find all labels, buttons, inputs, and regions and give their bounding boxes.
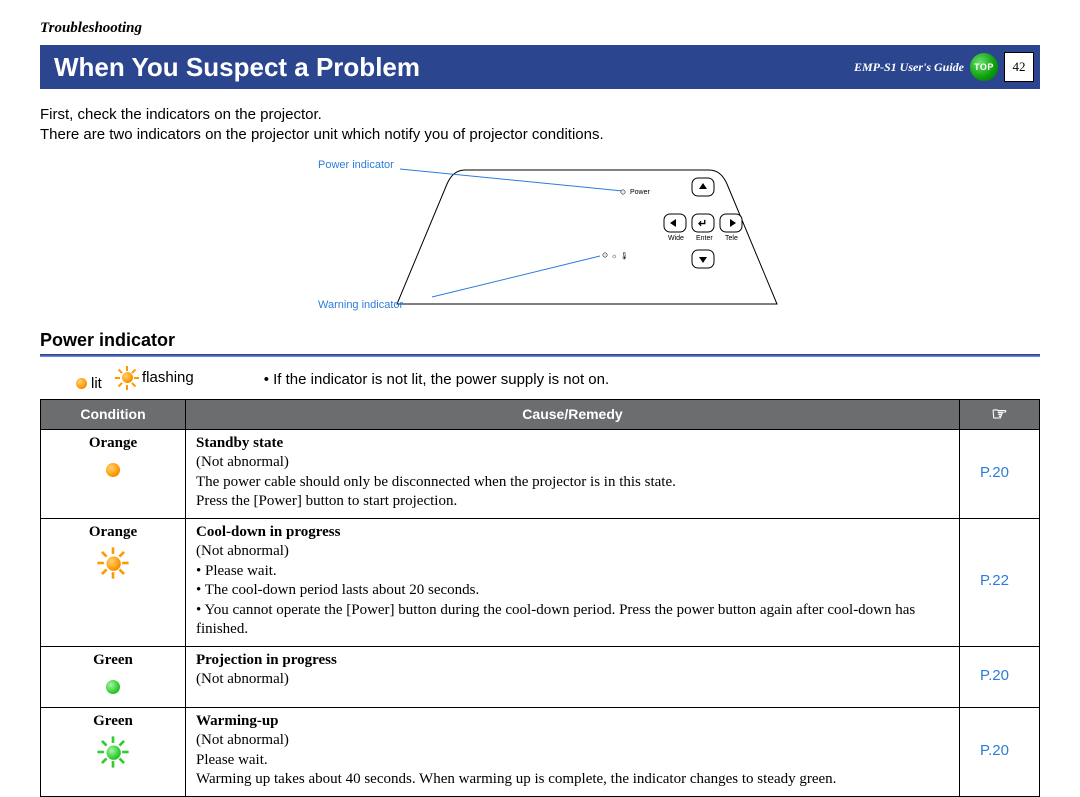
- remedy-cell: Warming-up(Not abnormal)Please wait.Warm…: [186, 707, 960, 796]
- panel-wide-label: Wide: [668, 235, 684, 242]
- remedy-title: Cool-down in progress: [196, 523, 949, 543]
- flashing-icon: [116, 367, 138, 389]
- condition-cell: Green: [41, 707, 186, 796]
- condition-cell: Green: [41, 646, 186, 707]
- remedy-line: Warming up takes about 40 seconds. When …: [196, 770, 949, 790]
- top-nav-button[interactable]: TOP: [970, 53, 998, 81]
- remedy-cell: Cool-down in progress(Not abnormal)Pleas…: [186, 518, 960, 646]
- page-ref-link[interactable]: P.20: [960, 646, 1040, 707]
- remedy-cell: Standby state(Not abnormal)The power cab…: [186, 429, 960, 518]
- remedy-bullet: The cool-down period lasts about 20 seco…: [196, 581, 949, 601]
- svg-text:↵: ↵: [698, 218, 707, 230]
- power-indicator-callout: Power indicator: [318, 159, 394, 171]
- page-title: When You Suspect a Problem: [54, 52, 420, 83]
- intro-text: First, check the indicators on the proje…: [40, 105, 1040, 146]
- th-ref: ☞: [960, 399, 1040, 429]
- condition-color: Orange: [51, 523, 175, 543]
- intro-line-1: First, check the indicators on the proje…: [40, 105, 1040, 125]
- remedy-status: (Not abnormal): [196, 670, 949, 690]
- lit-icon: [76, 378, 87, 389]
- legend-flashing: flashing: [142, 369, 194, 386]
- remedy-bullet: Please wait.: [196, 562, 949, 582]
- remedy-bullets: Please wait.The cool-down period lasts a…: [196, 562, 949, 640]
- remedy-line: Press the [Power] button to start projec…: [196, 492, 949, 512]
- guide-label: EMP-S1 User's Guide: [854, 60, 964, 75]
- green-lit-icon: [106, 680, 120, 694]
- svg-text:🌡: 🌡: [620, 252, 629, 260]
- page-ref-link[interactable]: P.20: [960, 707, 1040, 796]
- th-condition: Condition: [41, 399, 186, 429]
- remedy-status: (Not abnormal): [196, 453, 949, 473]
- panel-power-label: Power: [630, 189, 651, 196]
- orange-flashing-icon: [99, 549, 128, 578]
- table-row: Orange Standby state(Not abnormal)The pow…: [41, 429, 1040, 518]
- indicator-legend: lit flashing • If the indicator is not l…: [40, 365, 1040, 399]
- projector-diagram: Power ☼ 🌡 ↵ Wide Enter Tele Power indica…: [40, 156, 1040, 316]
- remedy-line: Please wait.: [196, 751, 949, 771]
- condition-color: Green: [51, 712, 175, 732]
- condition-color: Orange: [51, 434, 175, 454]
- condition-cell: Orange: [41, 429, 186, 518]
- page-ref-link[interactable]: P.20: [960, 429, 1040, 518]
- remedy-status: (Not abnormal): [196, 731, 949, 751]
- remedy-title: Warming-up: [196, 712, 949, 732]
- remedy-title: Standby state: [196, 434, 949, 454]
- table-row: Green Warming-up(Not abnormal)Please wait…: [41, 707, 1040, 796]
- header-bar: When You Suspect a Problem EMP-S1 User's…: [40, 45, 1040, 89]
- remedy-title: Projection in progress: [196, 651, 949, 671]
- page-ref-link[interactable]: P.22: [960, 518, 1040, 646]
- legend-note: • If the indicator is not lit, the power…: [264, 371, 609, 388]
- table-row: Orange Cool-down in progress(Not abnormal…: [41, 518, 1040, 646]
- orange-lit-icon: [106, 463, 120, 477]
- th-cause: Cause/Remedy: [186, 399, 960, 429]
- condition-cell: Orange: [41, 518, 186, 646]
- legend-lit: lit: [91, 375, 102, 392]
- panel-enter-label: Enter: [696, 235, 713, 242]
- indicator-table: Condition Cause/Remedy ☞ Orange Standby s…: [40, 399, 1040, 797]
- table-row: Green Projection in progress(Not abnormal…: [41, 646, 1040, 707]
- remedy-line: The power cable should only be disconnec…: [196, 473, 949, 493]
- remedy-bullet: You cannot operate the [Power] button du…: [196, 601, 949, 640]
- remedy-cell: Projection in progress(Not abnormal): [186, 646, 960, 707]
- section-heading: Power indicator: [40, 330, 1040, 351]
- remedy-status: (Not abnormal): [196, 542, 949, 562]
- breadcrumb: Troubleshooting: [40, 20, 1040, 37]
- panel-tele-label: Tele: [725, 235, 738, 242]
- section-rule: [40, 354, 1040, 357]
- intro-line-2: There are two indicators on the projecto…: [40, 125, 1040, 145]
- warning-indicator-callout: Warning indicator: [318, 299, 404, 311]
- page-number: 42: [1004, 52, 1034, 82]
- condition-color: Green: [51, 651, 175, 671]
- green-flashing-icon: [99, 738, 128, 767]
- svg-text:☼: ☼: [611, 253, 617, 260]
